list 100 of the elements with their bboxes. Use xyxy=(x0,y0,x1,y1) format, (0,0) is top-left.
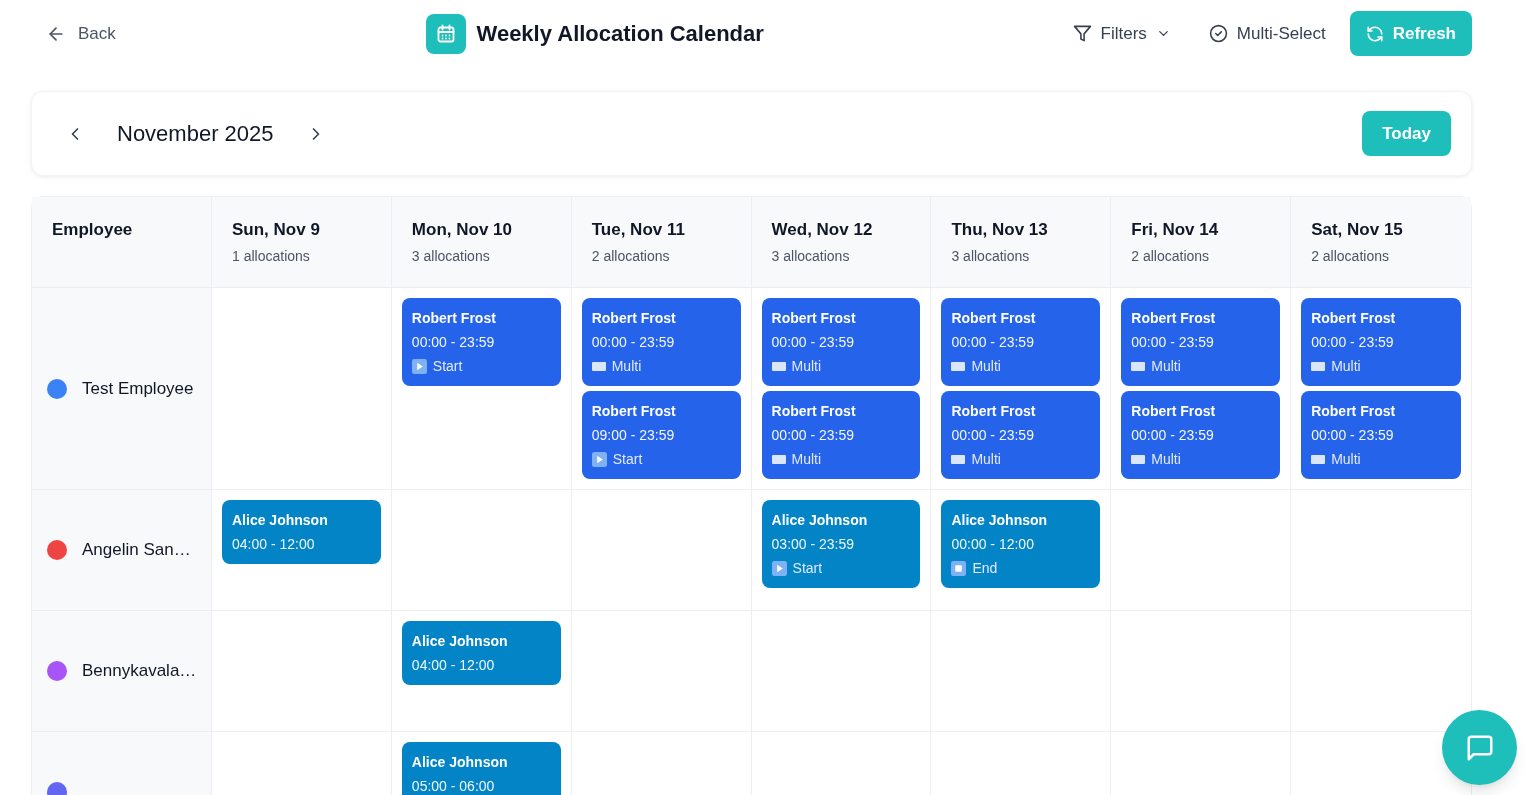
allocation-tag: Multi xyxy=(1151,354,1181,378)
allocation-time: 05:00 - 06:00 xyxy=(411,777,496,795)
employee-name: Test Employee xyxy=(82,377,194,400)
refresh-icon xyxy=(1365,24,1384,43)
allocation-count: 3 allocations xyxy=(411,247,491,266)
allocation-person: Robert Frost xyxy=(771,402,857,421)
employee-name: Angelin San… xyxy=(82,539,191,562)
allocation-time: 09:00 - 23:59 xyxy=(591,426,676,445)
allocation-count: 2 allocations xyxy=(1311,247,1390,266)
allocation-time: 00:00 - 23:59 xyxy=(951,426,1035,445)
multi-select-button[interactable]: Multi-Select xyxy=(1194,11,1340,56)
allocation-tag: Start xyxy=(432,354,463,378)
day-heading: Thu, Nov 13 xyxy=(951,219,1049,241)
allocation-card[interactable]: Robert Frost 00:00 - 23:59 Multi xyxy=(761,298,921,386)
allocation-count: 3 allocations xyxy=(951,247,1031,266)
allocation-person: Robert Frost xyxy=(1131,402,1217,421)
allocation-person: Robert Frost xyxy=(591,402,677,421)
day-heading: Mon, Nov 10 xyxy=(411,219,513,241)
rectangle-icon xyxy=(951,361,966,371)
day-heading: Fri, Nov 14 xyxy=(1131,219,1220,241)
allocation-tag: Start xyxy=(792,556,823,580)
day-heading: Sun, Nov 9 xyxy=(232,219,321,241)
allocation-time: 04:00 - 12:00 xyxy=(411,656,496,675)
page-title: Weekly Allocation Calendar xyxy=(476,20,764,48)
allocation-card[interactable]: Alice Johnson 03:00 - 23:59 Start xyxy=(761,500,921,588)
allocation-card[interactable]: Robert Frost 00:00 - 23:59 Multi xyxy=(761,391,921,479)
allocation-card[interactable]: Robert Frost 00:00 - 23:59 Multi xyxy=(581,298,741,386)
allocation-person: Alice Johnson xyxy=(411,753,509,772)
allocation-tag: Multi xyxy=(971,354,1001,378)
allocation-card[interactable]: Robert Frost 00:00 - 23:59 Multi xyxy=(1121,298,1281,386)
allocation-person: Alice Johnson xyxy=(232,511,329,530)
allocation-card[interactable]: Robert Frost 00:00 - 23:59 Multi xyxy=(1121,391,1281,479)
allocation-card[interactable]: Alice Johnson 05:00 - 06:00 xyxy=(401,742,561,795)
back-button[interactable]: Back xyxy=(31,11,131,56)
rectangle-icon xyxy=(951,454,966,464)
allocation-person: Robert Frost xyxy=(771,309,857,328)
allocation-tag: Multi xyxy=(1151,447,1181,471)
rectangle-icon xyxy=(1131,361,1146,371)
allocation-tag: Multi xyxy=(791,447,822,471)
allocation-tag: Multi xyxy=(611,354,642,378)
allocation-tag: Start xyxy=(612,447,643,471)
allocation-tag: Multi xyxy=(971,447,1001,471)
calendar-icon xyxy=(425,13,466,54)
allocation-person: Robert Frost xyxy=(1311,309,1397,328)
allocation-tag: Multi xyxy=(791,354,822,378)
allocation-person: Robert Frost xyxy=(951,402,1037,421)
day-heading: Wed, Nov 12 xyxy=(771,219,874,241)
allocation-time: 00:00 - 23:59 xyxy=(591,333,676,352)
allocation-count: 3 allocations xyxy=(771,247,851,266)
column-heading: Employee xyxy=(52,219,134,241)
rectangle-icon xyxy=(1311,454,1326,464)
allocation-time: 03:00 - 23:59 xyxy=(771,535,856,554)
day-heading: Sat, Nov 15 xyxy=(1311,219,1404,241)
allocation-time: 00:00 - 23:59 xyxy=(411,333,496,352)
play-icon xyxy=(591,451,607,467)
day-heading: Tue, Nov 11 xyxy=(591,219,686,241)
allocation-count: 2 allocations xyxy=(1131,247,1211,266)
allocation-time: 04:00 - 12:00 xyxy=(232,535,316,554)
allocation-time: 00:00 - 23:59 xyxy=(771,333,856,352)
allocation-person: Alice Johnson xyxy=(411,632,509,651)
allocation-card[interactable]: Alice Johnson 04:00 - 12:00 xyxy=(222,500,381,564)
employee-name: Bennykavala… xyxy=(82,660,197,683)
allocation-time: 00:00 - 23:59 xyxy=(1131,333,1215,352)
month-label: November 2025 xyxy=(117,120,274,148)
filters-button[interactable]: Filters xyxy=(1058,11,1185,56)
allocation-card[interactable]: Robert Frost 00:00 - 23:59 Multi xyxy=(941,391,1101,479)
allocation-person: Robert Frost xyxy=(1131,309,1217,328)
allocation-card[interactable]: Robert Frost 00:00 - 23:59 Multi xyxy=(941,298,1101,386)
allocation-time: 00:00 - 12:00 xyxy=(951,535,1035,554)
rectangle-icon xyxy=(591,361,606,371)
allocation-person: Alice Johnson xyxy=(771,511,869,530)
allocation-person: Robert Frost xyxy=(951,309,1037,328)
allocation-card[interactable]: Robert Frost 00:00 - 23:59 Start xyxy=(401,298,561,386)
allocation-person: Robert Frost xyxy=(411,309,497,328)
allocation-count: 1 allocations xyxy=(232,247,311,266)
allocation-tag: Multi xyxy=(1331,447,1361,471)
allocation-card[interactable]: Robert Frost 00:00 - 23:59 Multi xyxy=(1301,298,1461,386)
allocation-card[interactable]: Alice Johnson 00:00 - 12:00 End xyxy=(941,500,1101,588)
allocation-time: 00:00 - 23:59 xyxy=(771,426,856,445)
allocation-person: Alice Johnson xyxy=(951,511,1049,530)
stop-icon xyxy=(951,560,967,576)
allocation-count: 2 allocations xyxy=(591,247,671,266)
allocation-card[interactable]: Robert Frost 00:00 - 23:59 Multi xyxy=(1301,391,1461,479)
allocation-time: 00:00 - 23:59 xyxy=(1131,426,1215,445)
rectangle-icon xyxy=(1131,454,1146,464)
allocation-person: Robert Frost xyxy=(591,309,677,328)
allocation-tag: Multi xyxy=(1331,354,1361,378)
rectangle-icon xyxy=(771,454,786,464)
allocation-card[interactable]: Robert Frost 09:00 - 23:59 Start xyxy=(581,391,741,479)
play-icon xyxy=(771,560,787,576)
rectangle-icon xyxy=(1311,361,1326,371)
allocation-time: 00:00 - 23:59 xyxy=(1311,333,1395,352)
allocation-card[interactable]: Alice Johnson 04:00 - 12:00 xyxy=(401,621,561,685)
play-icon xyxy=(411,358,427,374)
allocation-time: 00:00 - 23:59 xyxy=(1311,426,1395,445)
funnel-icon xyxy=(1072,24,1092,43)
allocation-person: Robert Frost xyxy=(1311,402,1397,421)
circle-check-icon xyxy=(1208,24,1228,43)
allocation-tag: End xyxy=(972,556,998,580)
rectangle-icon xyxy=(771,361,786,371)
